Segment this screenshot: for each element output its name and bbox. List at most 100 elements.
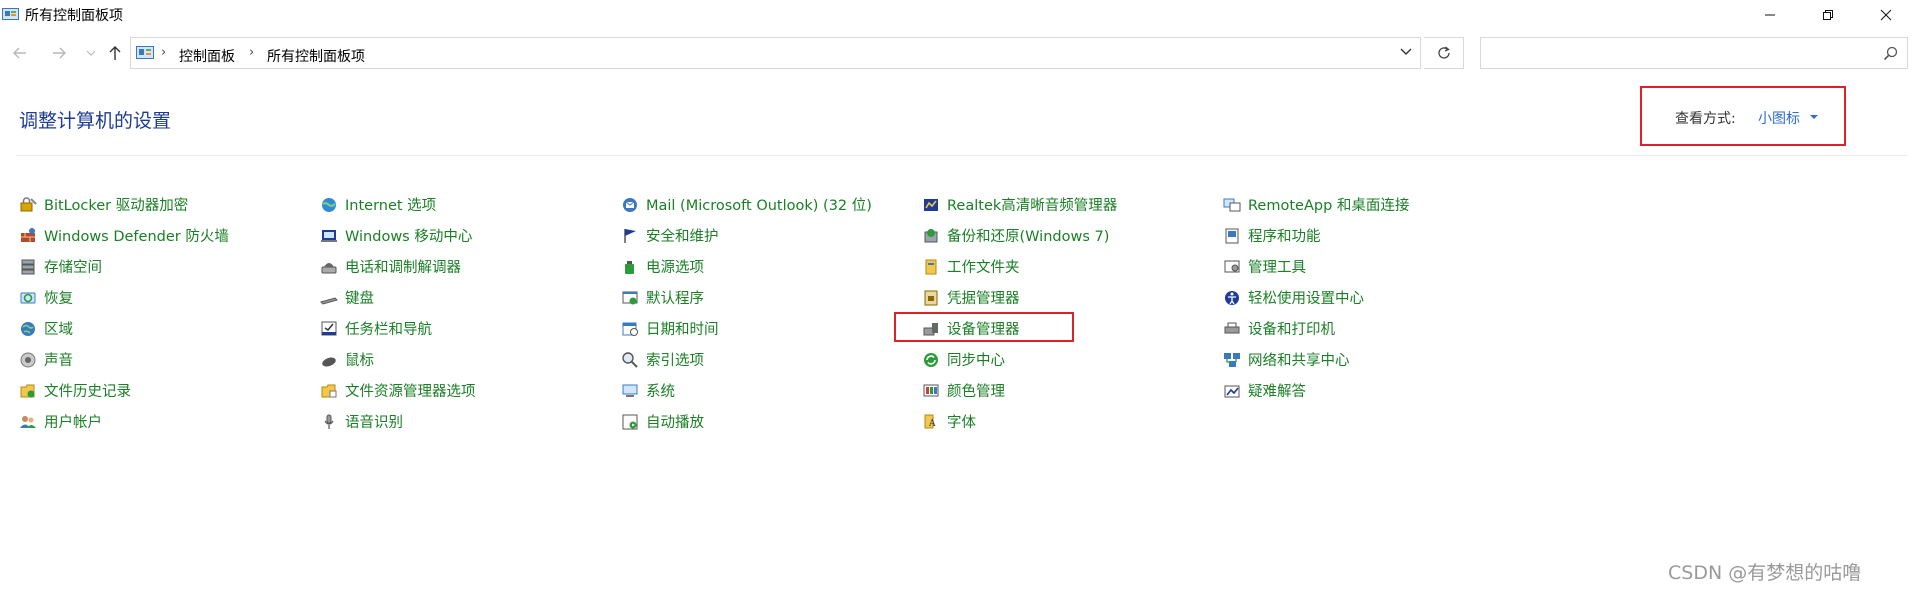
color-management-icon bbox=[923, 384, 939, 396]
control-panel-item-fonts[interactable]: A 字体 bbox=[921, 406, 1222, 437]
control-panel-icon bbox=[136, 46, 154, 59]
control-panel-item-troubleshooting[interactable]: 疑难解答 bbox=[1222, 375, 1523, 406]
control-panel-item-user-accounts[interactable]: 用户帐户 bbox=[18, 406, 319, 437]
item-label[interactable]: Internet 选项 bbox=[345, 194, 436, 215]
breadcrumb-item-control-panel[interactable]: 控制面板 bbox=[179, 46, 235, 66]
item-label[interactable]: 键盘 bbox=[345, 287, 374, 308]
back-button[interactable] bbox=[9, 42, 31, 64]
control-panel-item-microphone[interactable]: 语音识别 bbox=[319, 406, 620, 437]
item-label[interactable]: BitLocker 驱动器加密 bbox=[44, 194, 188, 215]
control-panel-item-internet-options[interactable]: Internet 选项 bbox=[319, 189, 620, 220]
control-panel-item-network-sharing[interactable]: 网络和共享中心 bbox=[1222, 344, 1523, 375]
control-panel-item-indexing[interactable]: 索引选项 bbox=[620, 344, 921, 375]
control-panel-item-credential-manager[interactable]: 凭据管理器 bbox=[921, 282, 1222, 313]
item-label[interactable]: 颜色管理 bbox=[947, 380, 1005, 401]
up-button[interactable] bbox=[104, 42, 126, 64]
item-label[interactable]: 声音 bbox=[44, 349, 73, 370]
item-label[interactable]: 任务栏和导航 bbox=[345, 318, 432, 339]
item-label[interactable]: 电话和调制解调器 bbox=[345, 256, 461, 277]
item-label[interactable]: 存储空间 bbox=[44, 256, 102, 277]
control-panel-item-backup-restore[interactable]: 备份和还原(Windows 7) bbox=[921, 220, 1222, 251]
view-by-dropdown[interactable]: 小图标 bbox=[1758, 108, 1800, 128]
search-box[interactable] bbox=[1480, 37, 1908, 69]
control-panel-item-power-options[interactable]: 电源选项 bbox=[620, 251, 921, 282]
mouse-icon bbox=[322, 357, 336, 366]
control-panel-item-work-folders[interactable]: 工作文件夹 bbox=[921, 251, 1222, 282]
control-panel-item-date-time[interactable]: 日期和时间 bbox=[620, 313, 921, 344]
dropdown-caret-icon[interactable] bbox=[1810, 115, 1818, 119]
forward-button[interactable] bbox=[48, 42, 70, 64]
control-panel-item-devices-printers[interactable]: 设备和打印机 bbox=[1222, 313, 1523, 344]
item-label[interactable]: 索引选项 bbox=[646, 349, 704, 370]
item-label[interactable]: 网络和共享中心 bbox=[1248, 349, 1350, 370]
item-label[interactable]: Mail (Microsoft Outlook) (32 位) bbox=[646, 194, 872, 215]
item-label[interactable]: 工作文件夹 bbox=[947, 256, 1020, 277]
control-panel-item-remoteapp[interactable]: RemoteApp 和桌面连接 bbox=[1222, 189, 1523, 220]
item-label[interactable]: 系统 bbox=[646, 380, 675, 401]
control-panel-item-keyboard[interactable]: 键盘 bbox=[319, 282, 620, 313]
control-panel-item-firewall[interactable]: Windows Defender 防火墙 bbox=[18, 220, 319, 251]
item-label[interactable]: 语音识别 bbox=[345, 411, 403, 432]
control-panel-item-autoplay[interactable]: 自动播放 bbox=[620, 406, 921, 437]
control-panel-item-mail[interactable]: Mail (Microsoft Outlook) (32 位) bbox=[620, 189, 921, 220]
item-label[interactable]: 凭据管理器 bbox=[947, 287, 1020, 308]
control-panel-item-taskbar[interactable]: 任务栏和导航 bbox=[319, 313, 620, 344]
search-input[interactable] bbox=[1489, 43, 1873, 65]
item-label[interactable]: 疑难解答 bbox=[1248, 380, 1306, 401]
item-label[interactable]: 鼠标 bbox=[345, 349, 374, 370]
security-flag-icon bbox=[624, 228, 636, 243]
search-icon[interactable] bbox=[1883, 46, 1898, 61]
control-panel-item-admin-tools[interactable]: 管理工具 bbox=[1222, 251, 1523, 282]
item-label[interactable]: 轻松使用设置中心 bbox=[1248, 287, 1364, 308]
control-panel-item-region[interactable]: 区域 bbox=[18, 313, 319, 344]
recent-locations-button[interactable] bbox=[80, 42, 102, 64]
control-panel-item-programs-features[interactable]: 程序和功能 bbox=[1222, 220, 1523, 251]
item-label[interactable]: 自动播放 bbox=[646, 411, 704, 432]
restore-button[interactable] bbox=[1799, 0, 1857, 29]
item-label[interactable]: Windows 移动中心 bbox=[345, 225, 472, 246]
close-button[interactable] bbox=[1857, 0, 1915, 29]
control-panel-item-mouse[interactable]: 鼠标 bbox=[319, 344, 620, 375]
item-label[interactable]: 文件历史记录 bbox=[44, 380, 131, 401]
control-panel-item-system[interactable]: 系统 bbox=[620, 375, 921, 406]
control-panel-item-recovery[interactable]: 恢复 bbox=[18, 282, 319, 313]
item-label[interactable]: 用户帐户 bbox=[44, 411, 102, 432]
control-panel-item-ease-of-access[interactable]: 轻松使用设置中心 bbox=[1222, 282, 1523, 313]
item-label[interactable]: 字体 bbox=[947, 411, 976, 432]
control-panel-item-default-programs[interactable]: 默认程序 bbox=[620, 282, 921, 313]
minimize-button[interactable] bbox=[1741, 0, 1799, 29]
control-panel-item-security-flag[interactable]: 安全和维护 bbox=[620, 220, 921, 251]
control-panel-item-sound[interactable]: 声音 bbox=[18, 344, 319, 375]
control-panel-item-phone-modem[interactable]: 电话和调制解调器 bbox=[319, 251, 620, 282]
refresh-button[interactable] bbox=[1424, 37, 1464, 69]
item-label[interactable]: 设备和打印机 bbox=[1248, 318, 1335, 339]
item-label[interactable]: 区域 bbox=[44, 318, 73, 339]
control-panel-item-bitlocker[interactable]: BitLocker 驱动器加密 bbox=[18, 189, 319, 220]
breadcrumb-separator-icon[interactable]: › bbox=[161, 45, 166, 60]
item-label[interactable]: Windows Defender 防火墙 bbox=[44, 225, 229, 246]
item-label[interactable]: 电源选项 bbox=[646, 256, 704, 277]
breadcrumb-separator-icon[interactable]: › bbox=[249, 45, 254, 60]
address-dropdown-icon[interactable] bbox=[1400, 47, 1412, 57]
control-panel-item-folder-options[interactable]: 文件资源管理器选项 bbox=[319, 375, 620, 406]
item-label[interactable]: 同步中心 bbox=[947, 349, 1005, 370]
item-label[interactable]: 文件资源管理器选项 bbox=[345, 380, 476, 401]
item-label[interactable]: 备份和还原(Windows 7) bbox=[947, 225, 1109, 246]
control-panel-item-realtek-audio[interactable]: Realtek高清晰音频管理器 bbox=[921, 189, 1222, 220]
item-label[interactable]: 默认程序 bbox=[646, 287, 704, 308]
items-column: RemoteApp 和桌面连接 程序和功能管理工具轻松使用设置中心 设备和打印机 网络… bbox=[1222, 189, 1523, 437]
control-panel-item-color-management[interactable]: 颜色管理 bbox=[921, 375, 1222, 406]
control-panel-item-sync-center[interactable]: 同步中心 bbox=[921, 344, 1222, 375]
control-panel-item-storage-spaces[interactable]: 存储空间 bbox=[18, 251, 319, 282]
control-panel-item-file-history[interactable]: 文件历史记录 bbox=[18, 375, 319, 406]
item-label[interactable]: RemoteApp 和桌面连接 bbox=[1248, 194, 1409, 215]
item-label[interactable]: 程序和功能 bbox=[1248, 225, 1321, 246]
item-label[interactable]: Realtek高清晰音频管理器 bbox=[947, 194, 1117, 215]
item-label[interactable]: 安全和维护 bbox=[646, 225, 719, 246]
address-bar[interactable]: › 控制面板 › 所有控制面板项 bbox=[130, 37, 1421, 69]
control-panel-item-mobility-center[interactable]: Windows 移动中心 bbox=[319, 220, 620, 251]
item-label[interactable]: 管理工具 bbox=[1248, 256, 1306, 277]
item-label[interactable]: 恢复 bbox=[44, 287, 73, 308]
item-label[interactable]: 日期和时间 bbox=[646, 318, 719, 339]
breadcrumb-item-all-items[interactable]: 所有控制面板项 bbox=[267, 46, 365, 66]
